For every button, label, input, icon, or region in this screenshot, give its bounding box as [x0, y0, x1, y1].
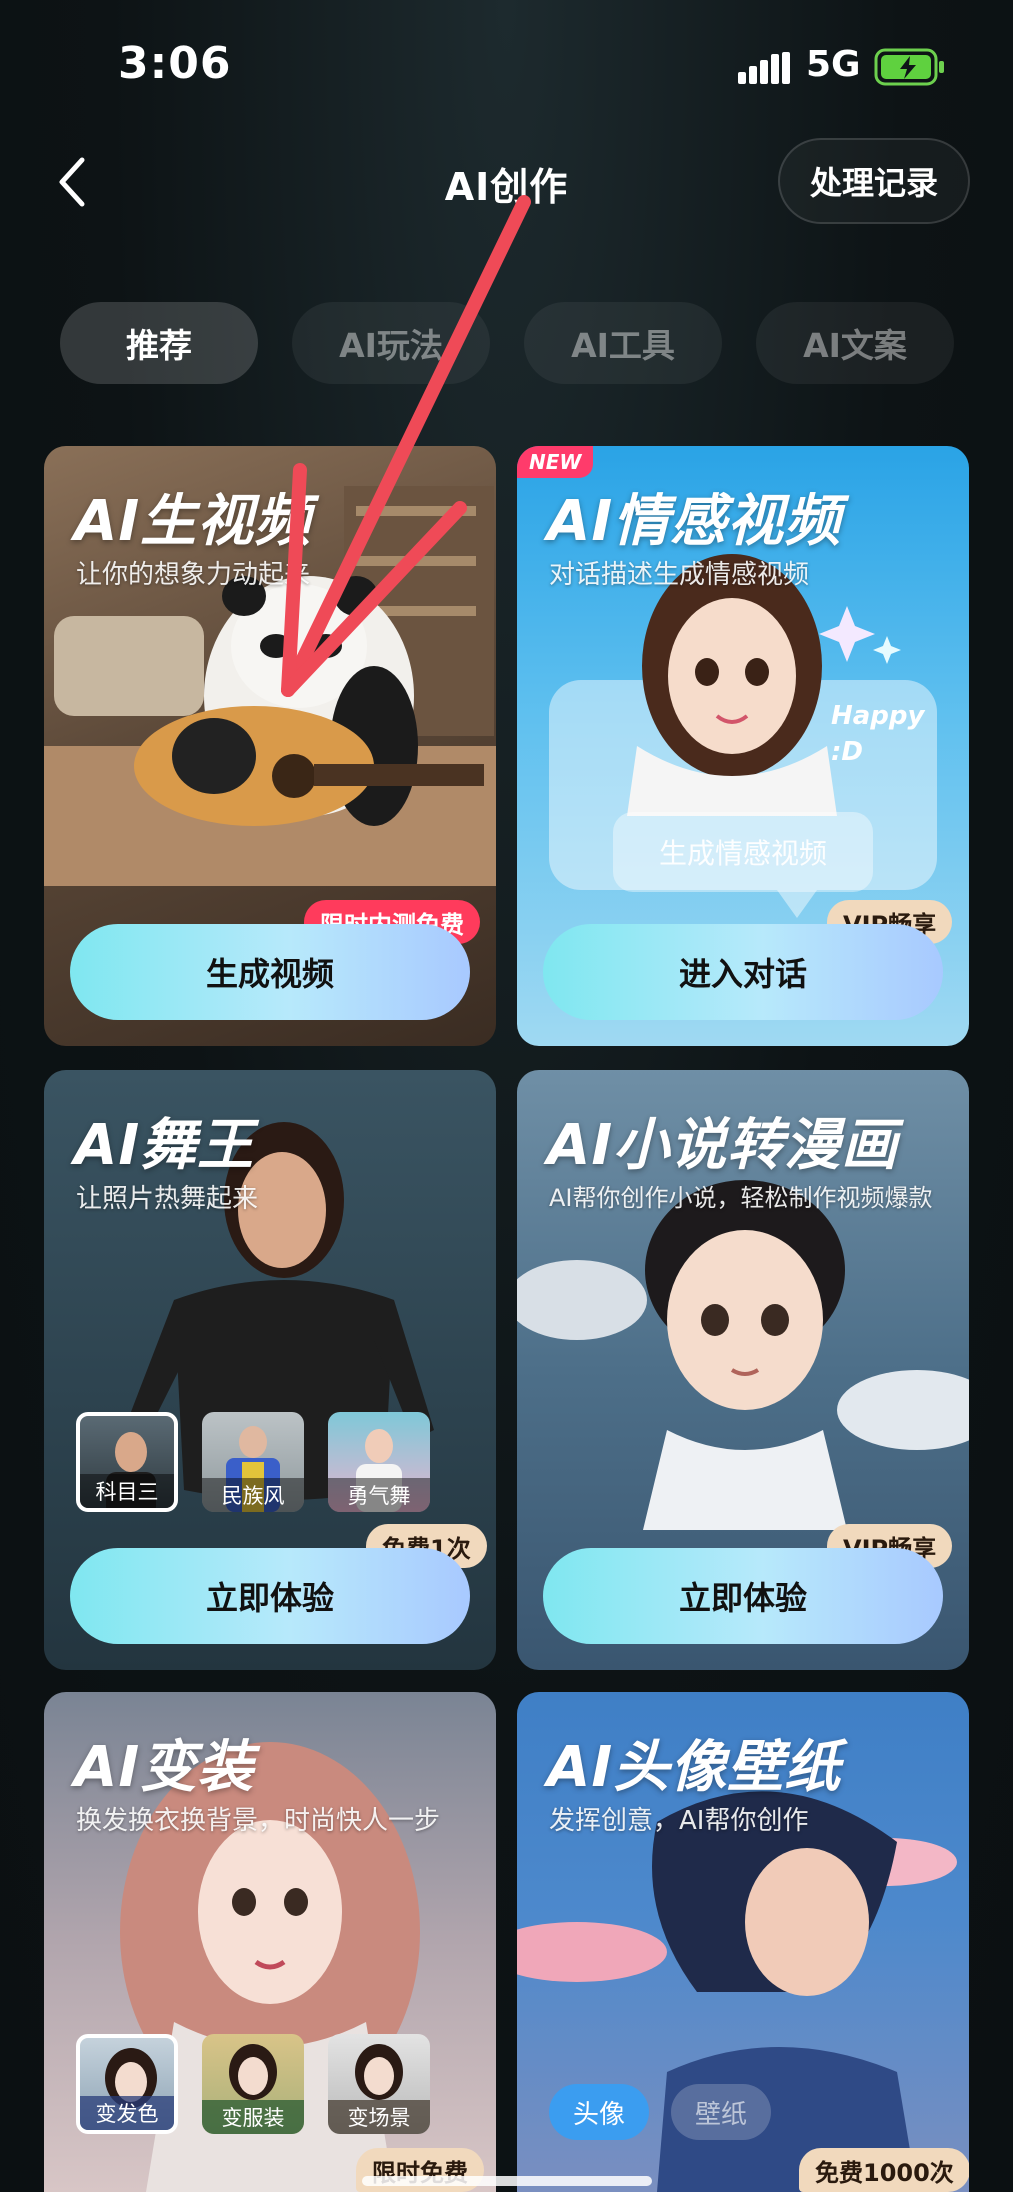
tab-ai-copywriting[interactable]: AI文案: [756, 302, 954, 384]
generate-emotion-video-chip: 生成情感视频: [613, 812, 873, 892]
style-label: 科目三: [80, 1474, 174, 1508]
try-now-button[interactable]: 立即体验: [543, 1548, 943, 1644]
card-title: AI小说转漫画: [547, 1113, 899, 1178]
history-button[interactable]: 处理记录: [778, 138, 970, 224]
card-ai-makeover[interactable]: AI变装 换发换衣换背景，时尚快人一步 变发色 变服装 变场景 限时免费: [44, 1692, 496, 2192]
try-now-button[interactable]: 立即体验: [70, 1548, 470, 1644]
generate-video-button[interactable]: 生成视频: [70, 924, 470, 1020]
style-label: 变发色: [80, 2096, 174, 2130]
card-title: AI头像壁纸: [547, 1735, 842, 1800]
style-label: 勇气舞: [328, 1478, 430, 1512]
enter-chat-button[interactable]: 进入对话: [543, 924, 943, 1020]
style-thumb-kemusan[interactable]: 科目三: [76, 1412, 178, 1512]
card-ai-novel-comic[interactable]: AI小说转漫画 AI帮你创作小说，轻松制作视频爆款 VIP畅享 立即体验: [517, 1070, 969, 1670]
style-thumb-minzufeng[interactable]: 民族风: [202, 1412, 304, 1512]
status-time: 3:06: [118, 38, 232, 89]
tab-recommend[interactable]: 推荐: [60, 302, 258, 384]
card-subtitle: 发挥创意，AI帮你创作: [549, 1806, 809, 1836]
card-title: AI情感视频: [547, 489, 842, 554]
card-title: AI变装: [74, 1735, 255, 1800]
card-ai-video[interactable]: AI生视频 让你的想象力动起来 限时内测免费 生成视频: [44, 446, 496, 1046]
option-avatar[interactable]: 头像: [549, 2084, 650, 2140]
style-thumb-scene[interactable]: 变场景: [328, 2034, 430, 2134]
card-subtitle: 换发换衣换背景，时尚快人一步: [76, 1806, 441, 1836]
style-label: 变场景: [328, 2100, 430, 2134]
card-title: AI舞王: [74, 1113, 255, 1178]
ai-creation-page: 3:06 5G AI创作 处理记录 推荐 AI玩法 AI工具 AI文案 AI生视…: [0, 0, 1013, 2192]
style-label: 民族风: [202, 1478, 304, 1512]
signal-icon: [738, 52, 790, 84]
tab-ai-tools[interactable]: AI工具: [524, 302, 722, 384]
card-title: AI生视频: [74, 489, 312, 554]
card-ai-avatar-wallpaper[interactable]: AI头像壁纸 发挥创意，AI帮你创作 头像 壁纸 免费1000次: [517, 1692, 969, 2192]
card-ai-emotion-video[interactable]: NEW Happy :D 生成情感视频 AI情感视频 对话描述生成情感视频 VI…: [517, 446, 969, 1046]
happy-bubble-text: Happy :D: [831, 701, 925, 767]
home-indicator: [362, 2176, 652, 2186]
style-thumb-yongqiwu[interactable]: 勇气舞: [328, 1412, 430, 1512]
card-subtitle: 对话描述生成情感视频: [549, 560, 810, 590]
free-1000-badge: 免费1000次: [799, 2148, 969, 2192]
category-tabs: 推荐 AI玩法 AI工具 AI文案: [60, 302, 960, 384]
status-bar: 3:06 5G: [0, 0, 1013, 140]
card-subtitle: 让你的想象力动起来: [76, 560, 311, 590]
card-subtitle: AI帮你创作小说，轻松制作视频爆款: [549, 1184, 933, 1212]
option-wallpaper[interactable]: 壁纸: [671, 2084, 772, 2140]
style-thumb-outfit[interactable]: 变服装: [202, 2034, 304, 2134]
card-subtitle: 让照片热舞起来: [76, 1184, 259, 1214]
network-label: 5G: [806, 44, 861, 85]
battery-icon: [874, 48, 944, 86]
style-thumb-hair-color[interactable]: 变发色: [76, 2034, 178, 2134]
card-ai-dance[interactable]: AI舞王 让照片热舞起来 科目三 民族风 勇气舞 免费1次 立即体验: [44, 1070, 496, 1670]
style-label: 变服装: [202, 2100, 304, 2134]
tab-ai-play[interactable]: AI玩法: [292, 302, 490, 384]
